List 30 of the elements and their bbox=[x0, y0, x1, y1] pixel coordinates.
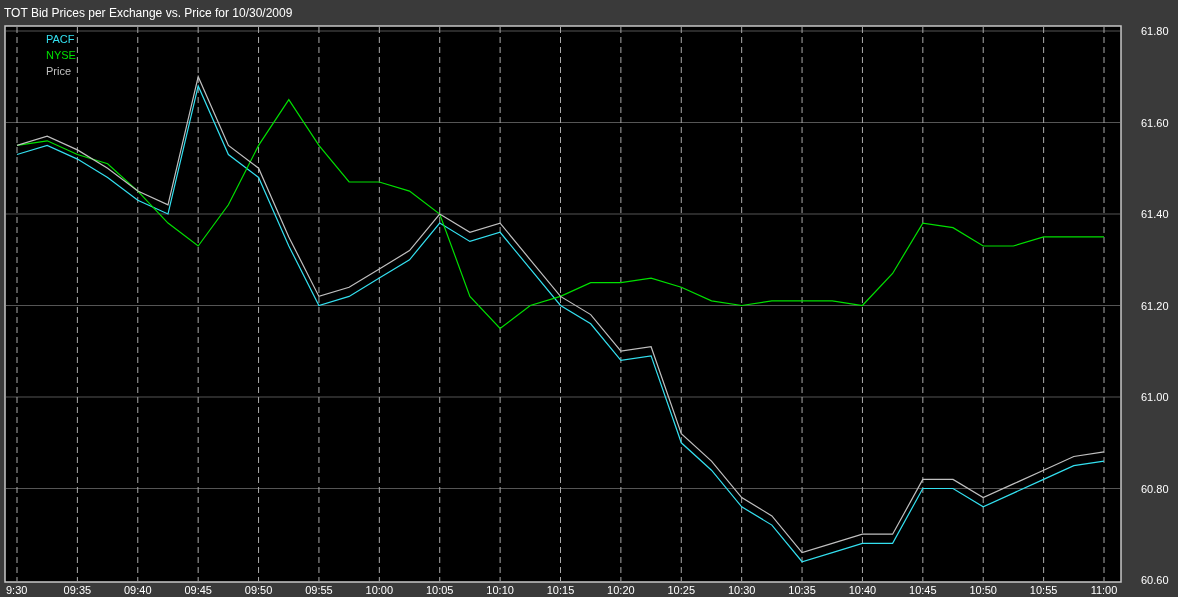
axis-label: 09:45 bbox=[184, 584, 212, 596]
axis-label: 61.20 bbox=[1141, 299, 1169, 312]
axis-label: 10:05 bbox=[425, 584, 454, 596]
axis-label: 10:25 bbox=[667, 584, 696, 596]
axis-label: 10:35 bbox=[788, 584, 816, 596]
axis-label: 09:50 bbox=[244, 584, 273, 596]
axis-label: 11:00 bbox=[1090, 584, 1118, 596]
window-title: TOT Bid Prices per Exchange vs. Price for 10/30/2009 bbox=[3, 5, 293, 22]
legend-label: NYSE bbox=[46, 49, 76, 61]
axis-label: 61.40 bbox=[1141, 208, 1169, 220]
axis-label: 10:45 bbox=[909, 584, 937, 596]
legend-label: PACF bbox=[46, 33, 75, 45]
axis-label: 10:20 bbox=[607, 584, 635, 596]
axis-label: 60.80 bbox=[1141, 482, 1169, 495]
axis-label: 10:00 bbox=[365, 584, 394, 596]
axis-label: 10:50 bbox=[969, 584, 997, 596]
axis-label: 10:40 bbox=[848, 584, 877, 596]
axis-label: 61.80 bbox=[1141, 25, 1169, 37]
axis-label: 09:35 bbox=[63, 584, 92, 596]
axis-label: 10:15 bbox=[546, 584, 575, 596]
axis-label: 09:55 bbox=[305, 584, 333, 596]
axis-label: 60.60 bbox=[1141, 574, 1169, 586]
axis-label: 61.00 bbox=[1141, 391, 1169, 403]
axis-label: 9:30 bbox=[6, 584, 28, 596]
legend-label: Price bbox=[46, 65, 72, 77]
axis-label: 09:40 bbox=[124, 584, 152, 596]
axis-label: 10:55 bbox=[1029, 584, 1058, 596]
axis-label: 61.60 bbox=[1141, 116, 1169, 129]
axis-label: 10:30 bbox=[727, 584, 756, 596]
axis-label: 10:10 bbox=[486, 584, 514, 596]
